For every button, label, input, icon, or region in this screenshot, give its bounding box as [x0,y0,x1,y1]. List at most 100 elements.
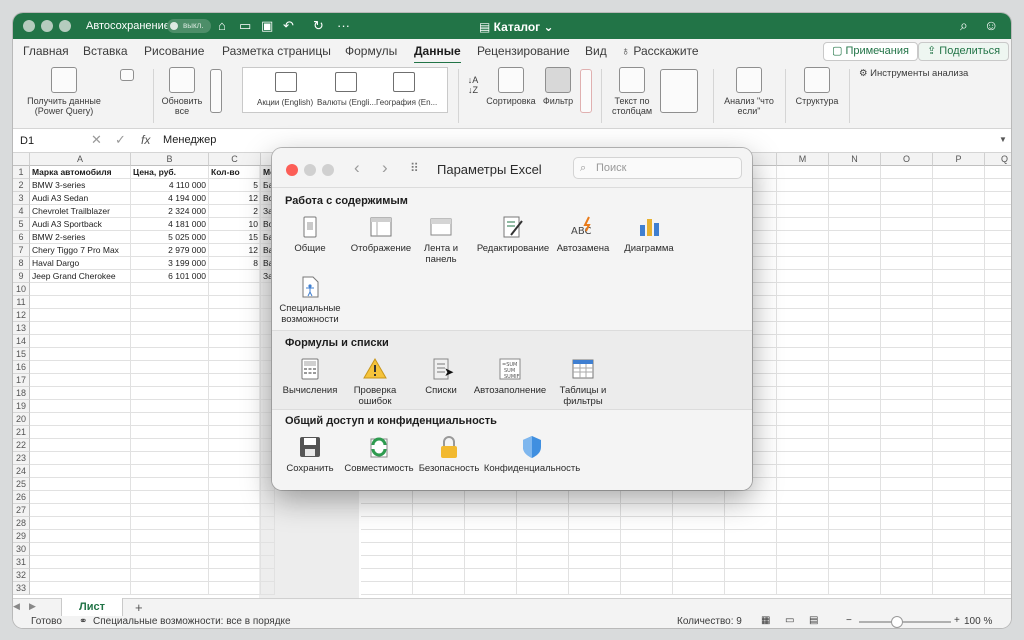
grid-cell[interactable] [209,439,261,452]
normal-view-icon[interactable]: ▦ [761,615,770,626]
grid-cell[interactable] [725,530,777,543]
grid-cell[interactable] [985,205,1011,218]
grid-cell[interactable] [933,530,985,543]
row-header[interactable]: 21 [13,426,30,439]
grid-cell[interactable]: 12 [209,192,261,205]
grid-cell[interactable] [209,322,261,335]
row-header[interactable]: 18 [13,387,30,400]
column-header[interactable]: B [131,153,209,166]
column-header[interactable]: P [933,153,985,166]
grid-cell[interactable] [30,400,131,413]
row-header[interactable]: 17 [13,374,30,387]
grid-cell[interactable] [777,205,829,218]
grid-cell[interactable] [465,582,517,595]
grid-cell[interactable] [933,413,985,426]
grid-cell[interactable] [361,556,413,569]
grid-cell[interactable] [517,556,569,569]
grid-cell[interactable] [933,387,985,400]
grid-cell[interactable] [673,517,725,530]
grid-cell[interactable] [933,517,985,530]
grid-cell[interactable] [829,322,881,335]
grid-cell[interactable] [985,556,1011,569]
grid-cell[interactable] [985,296,1011,309]
column-header[interactable]: C [209,153,261,166]
grid-cell[interactable] [361,517,413,530]
row-header[interactable]: 19 [13,400,30,413]
redo-icon[interactable]: ↻ [313,18,324,34]
grid-cell[interactable] [209,374,261,387]
grid-cell[interactable] [829,309,881,322]
grid-cell[interactable] [777,179,829,192]
account-icon[interactable]: ☺ [984,17,998,33]
grid-cell[interactable] [777,335,829,348]
grid-cell[interactable] [829,192,881,205]
row-header[interactable]: 9 [13,270,30,283]
grid-cell[interactable] [30,374,131,387]
pref-security[interactable]: Безопасность [414,435,484,474]
grid-cell[interactable] [933,192,985,205]
grid-cell[interactable] [777,283,829,296]
grid-cell[interactable] [30,322,131,335]
grid-cell[interactable] [517,582,569,595]
grid-cell[interactable]: Haval Dargo [30,257,131,270]
grid-cell[interactable] [985,192,1011,205]
grid-cell[interactable] [673,504,725,517]
grid-cell[interactable] [30,530,131,543]
grid-cell[interactable] [777,530,829,543]
grid-cell[interactable] [985,309,1011,322]
row-header[interactable]: 27 [13,504,30,517]
grid-cell[interactable] [829,361,881,374]
grid-cell[interactable] [131,478,209,491]
row-header[interactable]: 14 [13,335,30,348]
autosave-toggle[interactable]: выкл. [167,19,211,33]
grid-cell[interactable] [933,400,985,413]
connections-icon[interactable] [209,69,223,116]
get-data-button[interactable]: Получить данные (Power Query) [21,67,107,116]
grid-cell[interactable] [777,231,829,244]
search-icon[interactable]: ⌕ [960,17,968,34]
grid-cell[interactable]: Марка автомобиля [30,166,131,179]
row-header[interactable]: 4 [13,205,30,218]
grid-cell[interactable]: 4 110 000 [131,179,209,192]
row-header[interactable]: 3 [13,192,30,205]
row-header[interactable]: 33 [13,582,30,595]
grid-cell[interactable] [829,504,881,517]
grid-cell[interactable] [725,491,777,504]
grid-cell[interactable] [829,348,881,361]
grid-cell[interactable] [985,530,1011,543]
grid-cell[interactable] [777,166,829,179]
grid-cell[interactable] [933,218,985,231]
grid-cell[interactable] [881,309,933,322]
grid-cell[interactable] [725,556,777,569]
grid-cell[interactable] [569,517,621,530]
grid-cell[interactable] [829,478,881,491]
grid-cell[interactable]: BMW 3-series [30,179,131,192]
grid-cell[interactable]: Chevrolet Trailblazer [30,205,131,218]
row-header[interactable]: 11 [13,296,30,309]
grid-cell[interactable] [829,439,881,452]
grid-cell[interactable] [829,296,881,309]
grid-cell[interactable] [131,283,209,296]
grid-cell[interactable] [881,387,933,400]
show-all-icon[interactable]: ⠿ [410,161,419,175]
row-header[interactable]: 16 [13,361,30,374]
grid-cell[interactable] [30,309,131,322]
accessibility-icon[interactable]: ⚭ [79,616,87,627]
tab-home[interactable]: Главная [23,44,69,58]
grid-cell[interactable] [829,257,881,270]
grid-cell[interactable]: 5 025 000 [131,231,209,244]
row-header[interactable]: 30 [13,543,30,556]
grid-cell[interactable] [30,569,131,582]
grid-cell[interactable] [829,530,881,543]
grid-cell[interactable] [933,478,985,491]
pref-lists[interactable]: Списки [405,357,477,396]
grid-cell[interactable] [777,582,829,595]
pref-error-checking[interactable]: Проверка ошибок [339,357,411,407]
grid-cell[interactable] [829,491,881,504]
grid-cell[interactable] [621,504,673,517]
fx-icon[interactable]: fx [141,133,150,147]
grid-cell[interactable]: 5 [209,179,261,192]
grid-cell[interactable] [209,361,261,374]
name-box[interactable]: D1 [17,133,77,149]
grid-cell[interactable] [777,218,829,231]
